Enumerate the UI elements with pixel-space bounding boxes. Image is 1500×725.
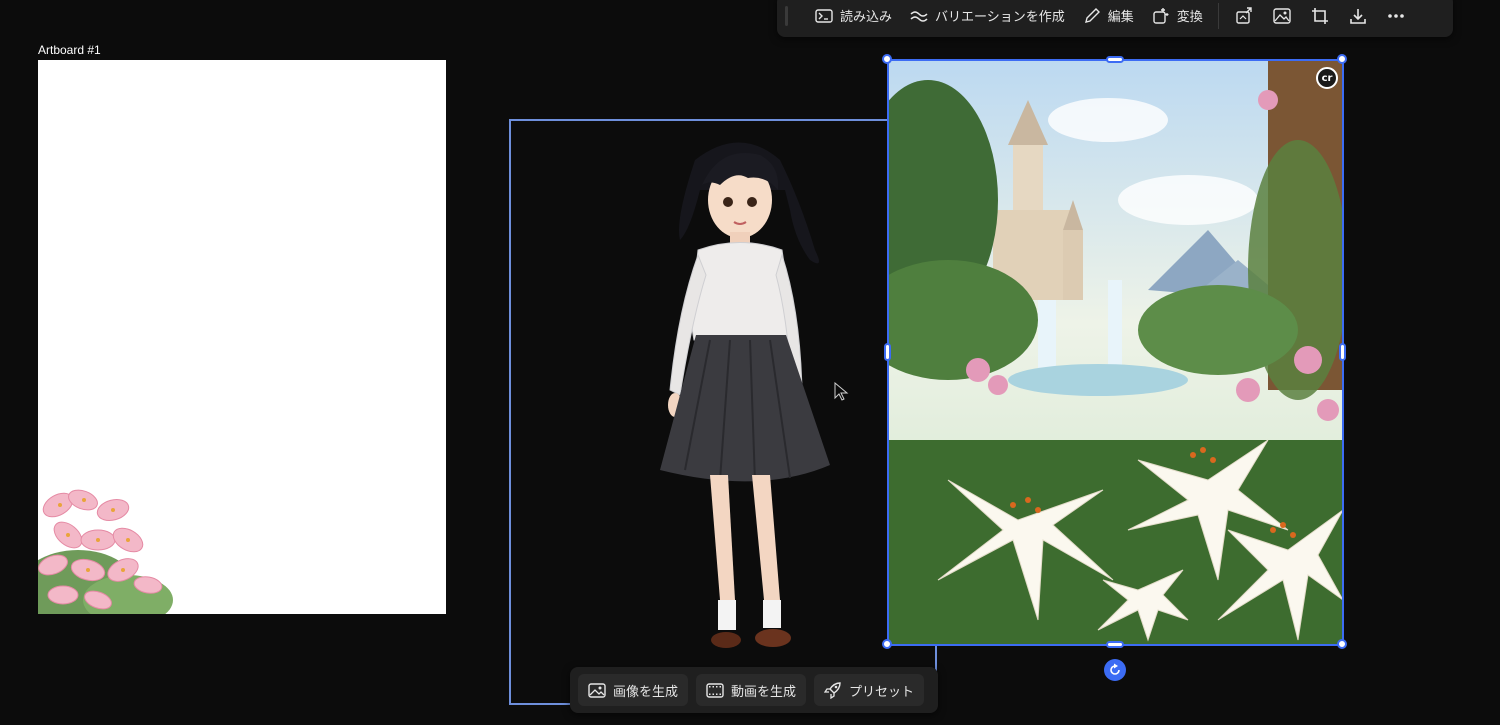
- rocket-icon: [824, 682, 841, 699]
- generate-image-button[interactable]: 画像を生成: [578, 674, 689, 706]
- wave-icon: [910, 10, 928, 22]
- fantasy-landscape-image[interactable]: [888, 60, 1343, 645]
- resize-handle-bottom-right[interactable]: [1337, 639, 1347, 649]
- more-button[interactable]: [1377, 1, 1415, 31]
- resize-handle-left[interactable]: [884, 343, 891, 361]
- toolbar-grip[interactable]: [785, 5, 788, 26]
- export-layer-icon: [1236, 6, 1252, 24]
- crop-button[interactable]: [1301, 1, 1339, 31]
- canvas[interactable]: Artboard #1 cr 読み込み バリエーションを作成 編集 変換 画像を…: [0, 0, 1500, 725]
- rotate-button[interactable]: [1104, 659, 1126, 681]
- mouse-cursor-icon: [834, 382, 849, 401]
- resize-handle-top[interactable]: [1106, 56, 1124, 63]
- generate-video-label: 動画を生成: [731, 684, 797, 700]
- crop-icon: [1311, 7, 1328, 24]
- resize-handle-top-left[interactable]: [882, 54, 892, 64]
- image-button[interactable]: [1263, 1, 1301, 31]
- rotate-icon: [1110, 663, 1120, 675]
- anime-girl-image[interactable]: [640, 130, 840, 670]
- import-button[interactable]: 読み込み: [806, 1, 901, 31]
- bottom-toolbar: 画像を生成 動画を生成 プリセット: [570, 667, 938, 713]
- video-icon: [706, 682, 724, 698]
- top-toolbar: 読み込み バリエーションを作成 編集 変換: [777, 0, 1453, 37]
- resize-handle-right[interactable]: [1339, 343, 1346, 361]
- edit-label: 編集: [1107, 10, 1134, 25]
- prompt-icon: [815, 8, 833, 23]
- artboard[interactable]: [38, 60, 446, 614]
- transform-button[interactable]: 変換: [1143, 1, 1212, 31]
- resize-handle-bottom[interactable]: [1106, 641, 1124, 648]
- generate-video-button[interactable]: 動画を生成: [696, 674, 807, 706]
- download-icon: [1349, 8, 1366, 24]
- download-button[interactable]: [1339, 1, 1377, 31]
- transform-icon: [1153, 7, 1169, 24]
- import-label: 読み込み: [840, 10, 893, 25]
- preset-button[interactable]: プリセット: [814, 674, 925, 706]
- resize-handle-top-right[interactable]: [1337, 54, 1347, 64]
- more-icon: [1387, 13, 1404, 18]
- edit-button[interactable]: 編集: [1074, 1, 1143, 31]
- generate-image-label: 画像を生成: [613, 684, 679, 700]
- transform-label: 変換: [1176, 10, 1203, 25]
- pink-lily-bouquet-image[interactable]: [38, 470, 188, 614]
- content-credentials-badge[interactable]: cr: [1316, 67, 1338, 89]
- image-icon: [588, 682, 606, 698]
- resize-handle-bottom-left[interactable]: [882, 639, 892, 649]
- image-icon: [1273, 7, 1291, 24]
- preset-label: プリセット: [849, 684, 915, 700]
- toolbar-separator: [1217, 2, 1219, 29]
- export-layer-button[interactable]: [1225, 1, 1263, 31]
- pencil-icon: [1084, 7, 1100, 23]
- create-variation-button[interactable]: バリエーションを作成: [901, 1, 1074, 31]
- artboard-label[interactable]: Artboard #1: [38, 43, 101, 57]
- variation-label: バリエーションを作成: [935, 10, 1065, 25]
